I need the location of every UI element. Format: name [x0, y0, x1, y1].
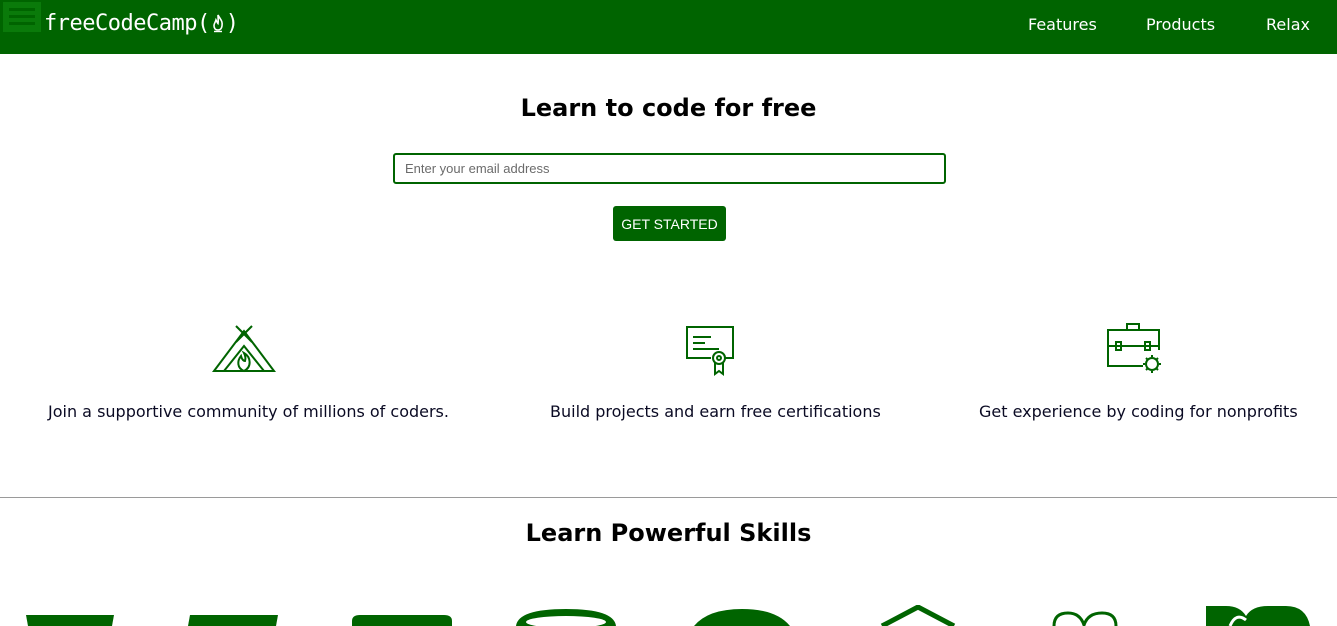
bootstrap-icon	[694, 609, 790, 626]
node-icon	[1206, 606, 1310, 626]
section-divider	[0, 497, 1337, 498]
get-started-button[interactable]: GET STARTED	[613, 206, 726, 241]
feature-certifications-text: Build projects and earn free certificati…	[550, 402, 881, 421]
campfire-tent-icon	[212, 325, 276, 373]
top-navbar: freeCodeCamp() Features Products Relax	[0, 0, 1337, 54]
nav-products[interactable]: Products	[1146, 14, 1215, 36]
logo-text: freeCodeCamp(	[44, 11, 210, 36]
javascript-icon	[352, 615, 452, 626]
logo-text-close: )	[225, 11, 239, 36]
briefcase-icon	[1107, 323, 1161, 373]
menu-icon[interactable]	[3, 2, 41, 32]
certificate-icon	[686, 326, 734, 376]
jquery-icon	[516, 609, 616, 626]
feature-nonprofits-text: Get experience by coding for nonprofits	[979, 402, 1298, 421]
flame-icon	[212, 14, 223, 33]
email-field[interactable]	[393, 153, 946, 184]
hero-title: Learn to code for free	[520, 94, 817, 122]
nav-features[interactable]: Features	[1028, 14, 1097, 36]
react-icon	[1052, 611, 1118, 626]
skills-title: Learn Powerful Skills	[525, 519, 812, 547]
nav-relax[interactable]: Relax	[1266, 14, 1310, 36]
feature-community-text: Join a supportive community of millions …	[48, 402, 449, 421]
sass-icon	[880, 605, 956, 626]
css3-icon	[188, 615, 278, 626]
html5-icon	[26, 615, 114, 626]
site-logo[interactable]: freeCodeCamp()	[44, 10, 239, 38]
